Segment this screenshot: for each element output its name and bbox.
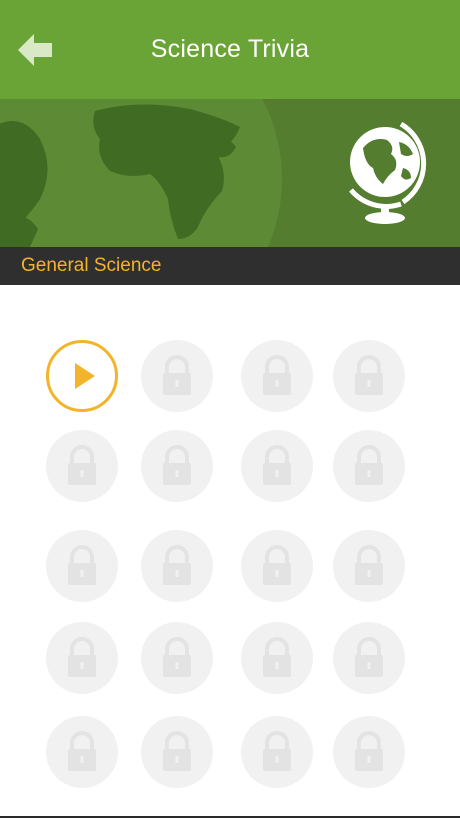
level-button-locked[interactable] <box>46 530 118 602</box>
category-label: General Science <box>21 255 162 276</box>
lock-icon <box>163 355 191 395</box>
globe-icon <box>349 121 427 224</box>
lock-icon <box>355 355 383 395</box>
level-button-locked[interactable] <box>141 340 213 412</box>
play-icon <box>75 363 95 389</box>
page-title: Science Trivia <box>150 35 310 63</box>
lock-icon <box>163 731 191 771</box>
lock-icon <box>163 637 191 677</box>
level-button-locked[interactable] <box>241 340 313 412</box>
category-bar: General Science <box>0 247 460 285</box>
level-button-locked[interactable] <box>46 622 118 694</box>
level-grid <box>0 285 460 818</box>
lock-icon <box>355 545 383 585</box>
level-button-locked[interactable] <box>141 430 213 502</box>
lock-icon <box>355 731 383 771</box>
level-button-locked[interactable] <box>46 430 118 502</box>
level-button-locked[interactable] <box>141 716 213 788</box>
lock-icon <box>263 355 291 395</box>
lock-icon <box>263 545 291 585</box>
lock-icon <box>163 445 191 485</box>
lock-icon <box>68 445 96 485</box>
level-button-locked[interactable] <box>241 622 313 694</box>
lock-icon <box>263 731 291 771</box>
level-button-locked[interactable] <box>241 716 313 788</box>
level-button-locked[interactable] <box>333 430 405 502</box>
lock-icon <box>68 637 96 677</box>
level-button-locked[interactable] <box>141 530 213 602</box>
level-button-locked[interactable] <box>241 530 313 602</box>
lock-icon <box>355 445 383 485</box>
level-button-locked[interactable] <box>141 622 213 694</box>
level-button-locked[interactable] <box>333 716 405 788</box>
app-header: Science Trivia <box>0 0 460 99</box>
lock-icon <box>263 637 291 677</box>
lock-icon <box>68 731 96 771</box>
lock-icon <box>355 637 383 677</box>
level-button-locked[interactable] <box>333 622 405 694</box>
level-button-locked[interactable] <box>241 430 313 502</box>
level-button-locked[interactable] <box>333 530 405 602</box>
lock-icon <box>163 545 191 585</box>
level-button-locked[interactable] <box>333 340 405 412</box>
category-banner <box>0 99 460 247</box>
lock-icon <box>263 445 291 485</box>
level-button-current[interactable] <box>46 340 118 412</box>
lock-icon <box>68 545 96 585</box>
level-button-locked[interactable] <box>46 716 118 788</box>
